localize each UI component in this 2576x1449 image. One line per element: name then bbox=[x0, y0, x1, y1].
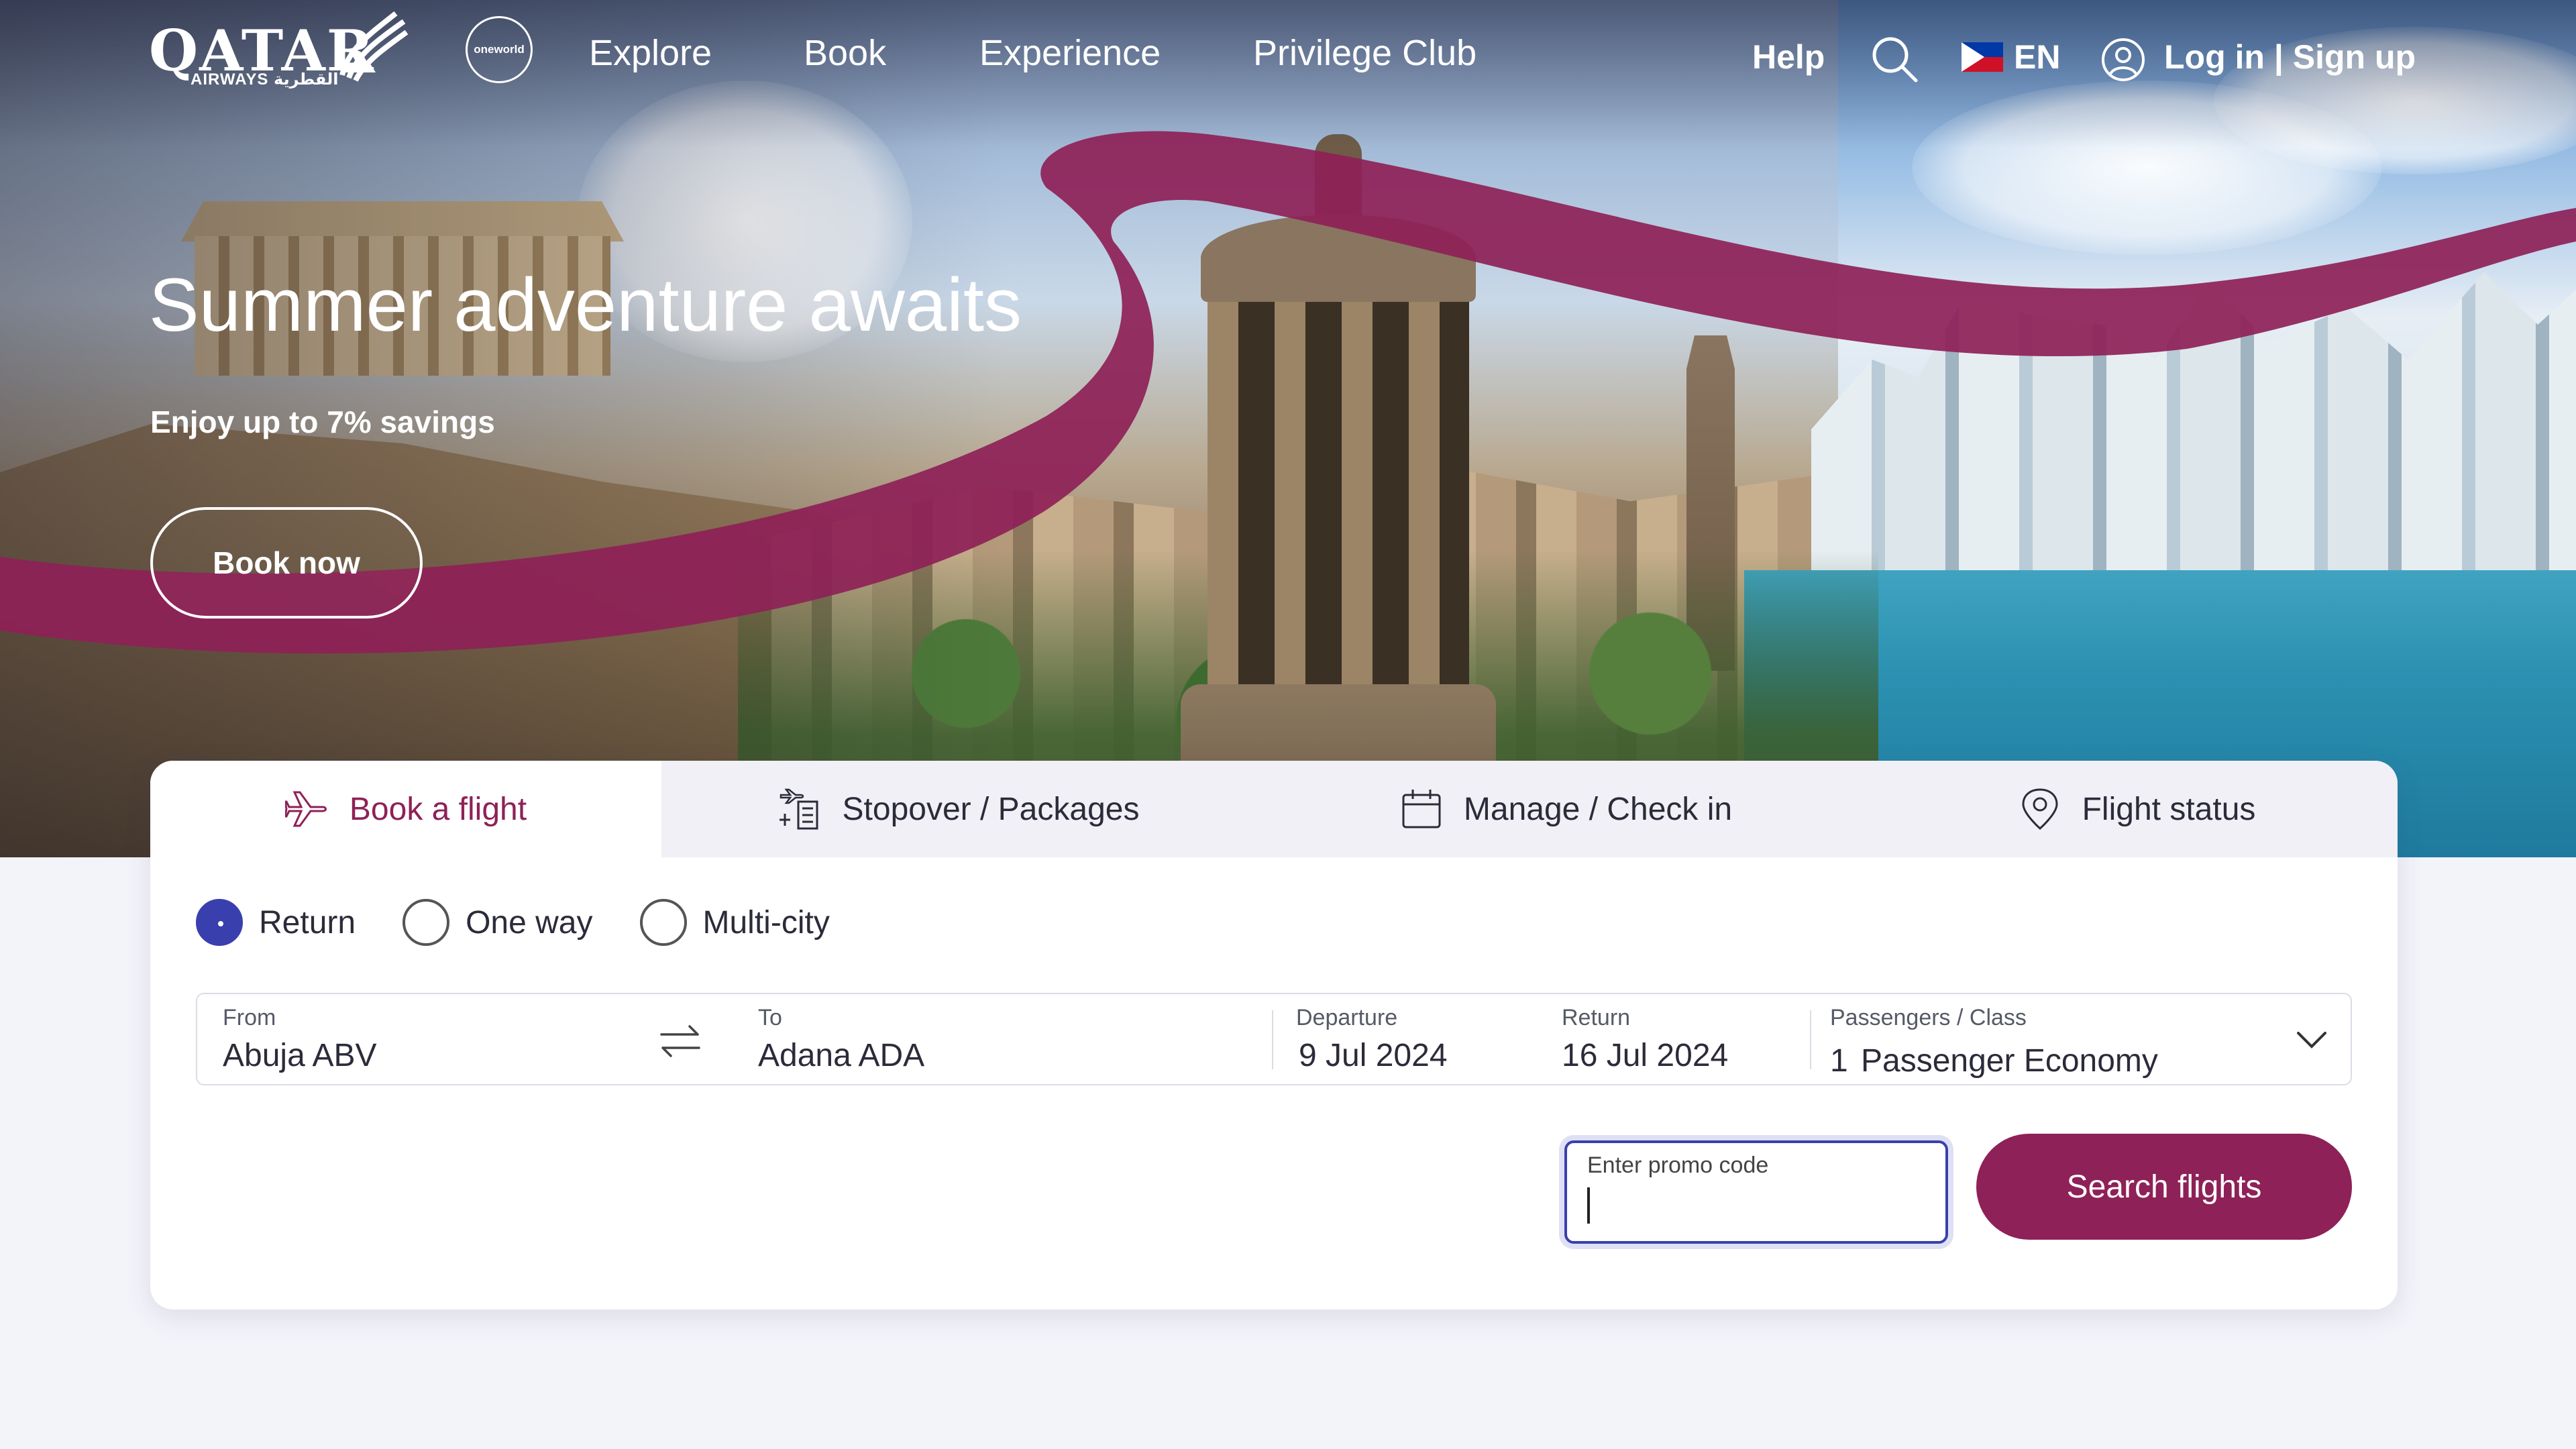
to-field[interactable]: To Adana ADA bbox=[733, 994, 1263, 1085]
help-link[interactable]: Help bbox=[1752, 38, 1825, 76]
top-header: QATAR AIRWAYS القطرية oneworld Explore B… bbox=[0, 0, 2576, 121]
radio-selected-icon bbox=[196, 899, 243, 946]
radio-empty-icon bbox=[402, 899, 450, 946]
return-value: 16 Jul 2024 bbox=[1562, 1038, 1729, 1073]
passengers-label: Passengers / Class bbox=[1830, 1005, 2027, 1030]
nav-experience[interactable]: Experience bbox=[979, 32, 1161, 74]
tab-label: Manage / Check in bbox=[1463, 791, 1733, 827]
book-now-button[interactable]: Book now bbox=[150, 507, 423, 619]
user-icon[interactable] bbox=[2101, 38, 2145, 82]
nav-privilege-club[interactable]: Privilege Club bbox=[1253, 32, 1477, 74]
tab-flight-status[interactable]: Flight status bbox=[1876, 761, 2398, 857]
qatar-airways-logo[interactable]: QATAR AIRWAYS القطرية bbox=[149, 8, 411, 89]
tab-manage-check-in[interactable]: Manage / Check in bbox=[1256, 761, 1876, 857]
tab-stopover-packages[interactable]: Stopover / Packages bbox=[661, 761, 1256, 857]
from-value: Abuja ABV bbox=[223, 1038, 377, 1073]
tab-label: Flight status bbox=[2082, 791, 2256, 827]
promo-code-label: Enter promo code bbox=[1587, 1152, 1769, 1178]
language-selector[interactable]: EN bbox=[1962, 38, 2060, 76]
return-date-field[interactable]: Return 16 Jul 2024 bbox=[1542, 994, 1796, 1085]
hero-subtitle: Enjoy up to 7% savings bbox=[150, 405, 495, 439]
tab-label: Stopover / Packages bbox=[842, 791, 1140, 827]
to-label: To bbox=[758, 1005, 782, 1030]
passenger-count: 1 bbox=[1830, 1043, 1848, 1079]
language-code: EN bbox=[2014, 38, 2061, 76]
booking-tabs: Book a flight Stopover / Packages Manage bbox=[150, 761, 2398, 857]
oryx-icon bbox=[339, 11, 409, 82]
departure-label: Departure bbox=[1296, 1005, 1398, 1030]
oneworld-logo[interactable]: oneworld bbox=[466, 16, 533, 83]
nav-book[interactable]: Book bbox=[804, 32, 886, 74]
radio-label: Return bbox=[259, 904, 356, 941]
trip-type-return[interactable]: Return bbox=[196, 899, 356, 946]
swap-arrows-icon[interactable] bbox=[653, 1014, 707, 1068]
trip-type-multi-city[interactable]: Multi-city bbox=[639, 899, 830, 946]
logo-subtitle: AIRWAYS القطرية bbox=[191, 70, 339, 89]
from-field[interactable]: From Abuja ABV bbox=[197, 994, 627, 1085]
passengers-value: Passenger Economy bbox=[1861, 1043, 2158, 1079]
search-flights-button[interactable]: Search flights bbox=[1976, 1134, 2352, 1240]
text-caret bbox=[1587, 1187, 1590, 1224]
radio-label: One way bbox=[466, 904, 593, 941]
tab-book-a-flight[interactable]: Book a flight bbox=[150, 761, 661, 857]
radio-label: Multi-city bbox=[702, 904, 830, 941]
booking-widget: Book a flight Stopover / Packages Manage bbox=[150, 761, 2398, 1309]
passengers-class-field[interactable]: Passengers / Class 1 Passenger Economy bbox=[1811, 994, 2352, 1085]
departure-value: 9 Jul 2024 bbox=[1299, 1038, 1448, 1073]
chevron-down-icon bbox=[2297, 1032, 2326, 1049]
tab-label: Book a flight bbox=[349, 791, 527, 827]
return-label: Return bbox=[1562, 1005, 1631, 1030]
calendar-icon bbox=[1402, 790, 1441, 828]
nav-explore[interactable]: Explore bbox=[589, 32, 712, 74]
radio-empty-icon bbox=[639, 899, 687, 946]
trip-type-group: Return One way Multi-city bbox=[196, 899, 877, 946]
flight-search-fields: From Abuja ABV To Adana ADA Departure 9 … bbox=[196, 993, 2352, 1085]
to-value: Adana ADA bbox=[758, 1038, 925, 1073]
departure-date-field[interactable]: Departure 9 Jul 2024 bbox=[1273, 994, 1542, 1085]
hero-title: Summer adventure awaits bbox=[149, 263, 1022, 347]
trip-type-one-way[interactable]: One way bbox=[402, 899, 593, 946]
from-label: From bbox=[223, 1005, 276, 1030]
stopover-icon bbox=[779, 788, 818, 830]
plane-icon bbox=[284, 791, 327, 827]
promo-code-input[interactable]: Enter promo code bbox=[1564, 1140, 1948, 1244]
philippines-flag-icon bbox=[1962, 42, 2003, 72]
search-icon[interactable] bbox=[1870, 35, 1919, 83]
login-signup-link[interactable]: Log in | Sign up bbox=[2164, 38, 2416, 76]
location-pin-icon bbox=[2022, 788, 2058, 830]
